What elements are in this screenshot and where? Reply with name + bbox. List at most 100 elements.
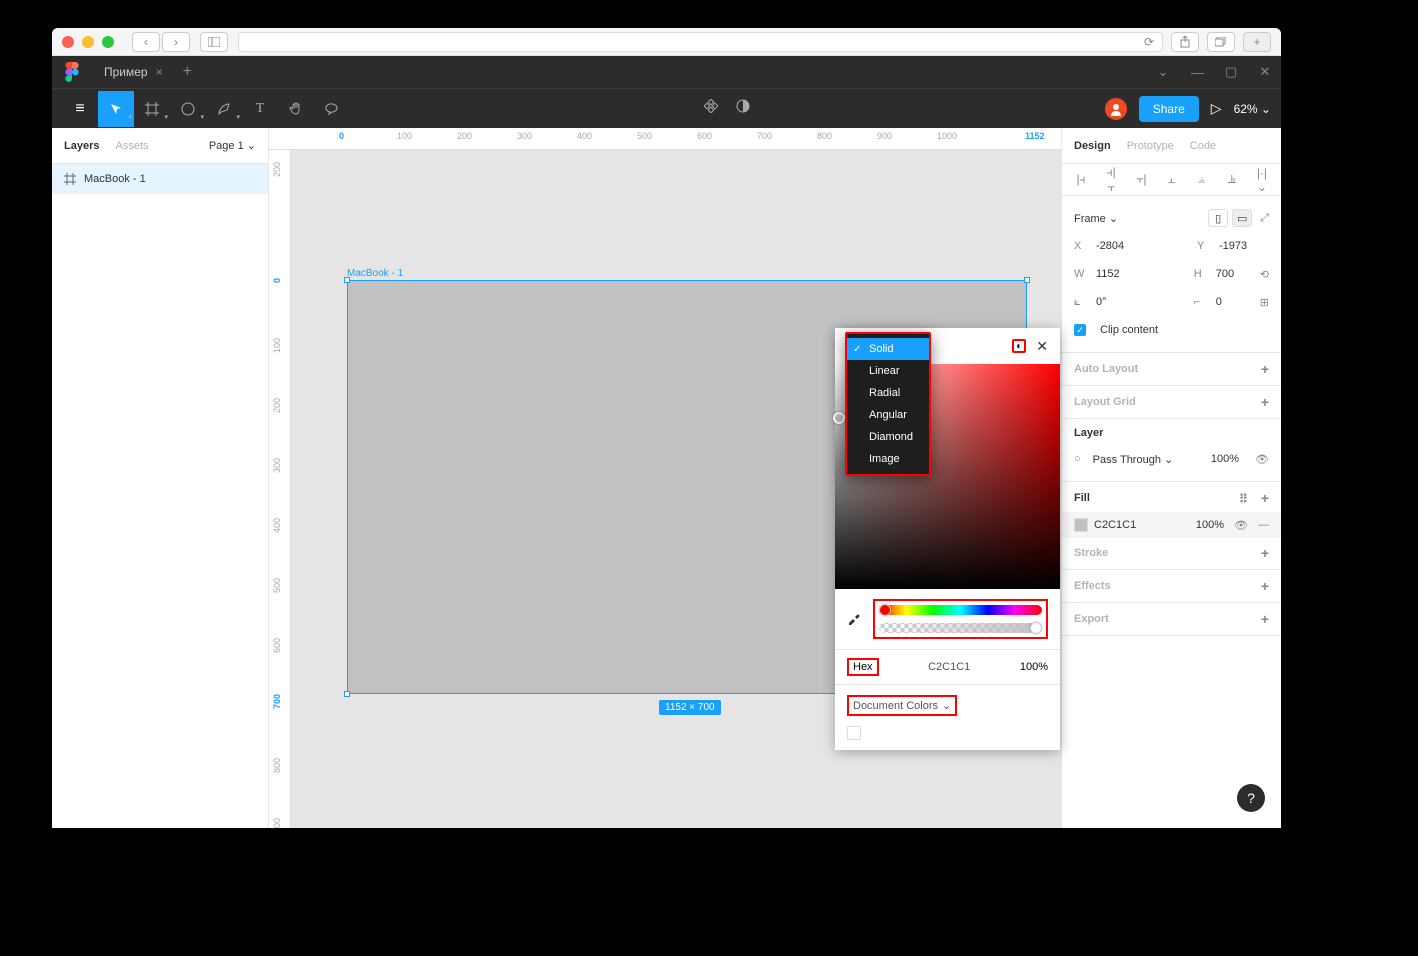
window-close[interactable]: ✕ [1259,64,1271,80]
fill-type-linear[interactable]: Linear [847,360,929,382]
blend-mode-button[interactable]: ◐ [1012,339,1026,353]
fill-type-angular[interactable]: Angular [847,404,929,426]
move-tool[interactable]: ▾ [98,91,134,127]
fill-swatch[interactable] [1074,518,1088,532]
document-color-swatch[interactable] [847,726,861,740]
remove-fill[interactable]: — [1258,519,1269,531]
clip-checkbox[interactable]: ✓ [1074,324,1086,336]
file-tab[interactable]: Пример × [92,56,175,88]
fill-type-radial[interactable]: Radial [847,382,929,404]
zoom-dropdown[interactable]: 62% ⌄ [1234,102,1271,116]
constrain-proportions-icon[interactable]: ⟲ [1260,268,1269,281]
comment-tool[interactable] [314,91,350,127]
styles-icon[interactable]: ⠿ [1239,492,1248,506]
mask-icon[interactable] [736,99,750,118]
color-mode-dropdown[interactable]: Hex [847,658,879,676]
align-hcenter-icon[interactable]: ⫞|⫟ [1104,165,1118,195]
safari-tabs-button[interactable] [1207,32,1235,52]
layer-opacity-input[interactable]: 100% [1211,453,1239,465]
resize-handle[interactable] [344,691,350,697]
color-cursor[interactable] [833,412,845,424]
safari-newtab-button[interactable]: + [1243,32,1271,52]
alpha-thumb[interactable] [1030,622,1042,634]
safari-share-button[interactable] [1171,32,1199,52]
add-effect[interactable]: + [1261,578,1269,594]
close-tab-icon[interactable]: × [156,65,163,79]
pen-tool[interactable]: ▾ [206,91,242,127]
hex-input[interactable]: C2C1C1 [891,661,1008,673]
independent-corners-icon[interactable]: ⊞ [1260,296,1269,309]
add-layout-grid[interactable]: + [1261,394,1269,410]
safari-sidebar-button[interactable] [200,32,228,52]
reload-icon[interactable]: ⟳ [1144,35,1154,49]
y-input[interactable]: -1973 [1219,240,1269,252]
fill-type-solid[interactable]: ✓ Solid [847,338,929,360]
help-button[interactable]: ? [1237,784,1265,812]
eyedropper-button[interactable] [847,611,861,628]
radius-input[interactable]: 0 [1216,296,1252,308]
share-button[interactable]: Share [1139,96,1199,122]
w-input[interactable]: 1152 [1096,268,1120,280]
align-top-icon[interactable]: ⫠ [1164,172,1178,187]
frame-tool[interactable]: ▾ [134,91,170,127]
window-chevron[interactable]: ⌄ [1157,64,1169,80]
distribute-icon[interactable]: |·|⌄ [1255,166,1269,194]
traffic-zoom[interactable] [102,36,114,48]
hue-thumb[interactable] [879,604,891,616]
ruler-tick: 200 [457,131,472,141]
fill-hex-input[interactable]: C2C1C1 [1094,519,1136,531]
add-fill[interactable]: + [1261,490,1269,506]
add-tab-button[interactable]: + [175,63,200,81]
hand-tool[interactable] [278,91,314,127]
frame-type-dropdown[interactable]: Frame ⌄ [1074,212,1118,225]
frame-label[interactable]: MacBook - 1 [347,268,403,279]
color-opacity-input[interactable]: 100% [1020,661,1048,673]
layer-item[interactable]: MacBook - 1 [52,164,268,194]
resize-handle[interactable] [1024,277,1030,283]
fill-opacity-input[interactable]: 100% [1196,519,1224,531]
tab-design[interactable]: Design [1074,140,1111,152]
hue-slider[interactable] [879,605,1042,615]
page-dropdown[interactable]: Page 1 ⌄ [209,139,256,152]
back-button[interactable]: ‹ [132,32,160,52]
traffic-close[interactable] [62,36,74,48]
fit-icon[interactable]: ⤢ [1260,212,1269,225]
x-input[interactable]: -2804 [1096,240,1124,252]
add-auto-layout[interactable]: + [1261,361,1269,377]
main-menu-button[interactable]: ≡ [62,91,98,127]
tab-assets[interactable]: Assets [115,140,148,152]
resize-handle[interactable] [344,277,350,283]
shape-tool[interactable]: ▾ [170,91,206,127]
ruler-tick: 400 [272,518,282,533]
orientation-portrait[interactable]: ▯ [1208,209,1228,227]
orientation-landscape[interactable]: ▭ [1232,209,1252,227]
forward-button[interactable]: › [162,32,190,52]
present-button[interactable]: ▷ [1211,100,1222,117]
h-input[interactable]: 700 [1216,268,1252,280]
text-tool[interactable]: T [242,91,278,127]
url-bar[interactable]: ⟳ [238,32,1163,52]
fill-visibility-icon[interactable]: 👁 [1234,519,1248,532]
traffic-minimize[interactable] [82,36,94,48]
fill-type-image[interactable]: Image [847,448,929,470]
document-colors-dropdown[interactable]: Document Colors ⌄ [847,695,957,716]
visibility-icon[interactable]: 👁 [1255,453,1269,466]
user-avatar[interactable] [1105,98,1127,120]
tab-code[interactable]: Code [1190,140,1216,152]
close-picker[interactable]: ✕ [1036,338,1048,355]
add-stroke[interactable]: + [1261,545,1269,561]
tab-prototype[interactable]: Prototype [1127,140,1174,152]
fill-type-diamond[interactable]: Diamond [847,426,929,448]
align-right-icon[interactable]: ⫟| [1134,172,1148,187]
blend-mode-dropdown[interactable]: Pass Through ⌄ [1093,453,1174,466]
align-vcenter-icon[interactable]: ⫨ [1195,172,1209,187]
align-bottom-icon[interactable]: ⫡ [1225,172,1239,187]
add-export[interactable]: + [1261,611,1269,627]
window-minimize[interactable]: — [1191,65,1203,80]
component-icon[interactable] [704,99,718,118]
window-maximize[interactable]: ▢ [1225,64,1237,80]
alpha-slider[interactable] [879,623,1042,633]
align-left-icon[interactable]: |⫞ [1074,172,1088,187]
rotation-input[interactable]: 0° [1096,296,1107,308]
tab-layers[interactable]: Layers [64,140,99,152]
